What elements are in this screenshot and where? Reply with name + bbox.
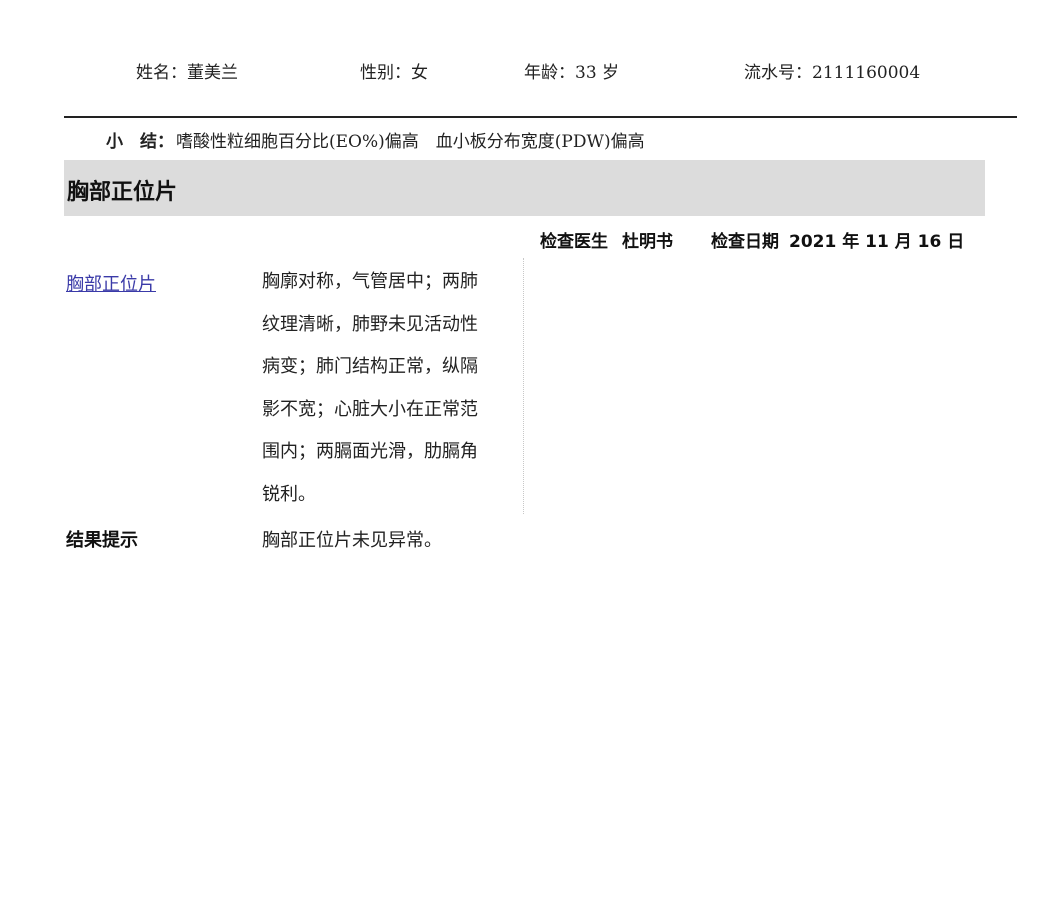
patient-age: 年龄：33 岁 xyxy=(524,63,620,83)
doctor-name: 杜明书 xyxy=(622,232,673,252)
patient-gender: 性别：女 xyxy=(360,63,428,83)
findings-line: 胸廓对称，气管居中；两肺 xyxy=(262,271,478,292)
date-value: 2021 年 11 月 16 日 xyxy=(789,232,965,252)
summary-row: 小 结： 嗜酸性粒细胞百分比(EO%)偏高 血小板分布宽度(PDW)偏高 xyxy=(106,127,645,152)
column-divider xyxy=(523,258,524,514)
serial-number: 流水号：2111160004 xyxy=(744,63,921,83)
header-rule xyxy=(64,116,1017,118)
section-title: 胸部正位片 xyxy=(67,180,178,205)
summary-label: 小 结： xyxy=(106,132,174,152)
result-label: 结果提示 xyxy=(66,530,138,551)
findings-line: 锐利。 xyxy=(262,483,316,505)
exam-meta: 检查医生 杜明书 检查日期 2021 年 11 月 16 日 xyxy=(540,227,964,252)
findings-line: 纹理清晰，肺野未见活动性 xyxy=(262,313,478,335)
section-header-band: 胸部正位片 xyxy=(64,160,985,216)
date-label: 检查日期 xyxy=(711,232,779,252)
findings-line: 病变；肺门结构正常，纵隔 xyxy=(262,356,478,377)
findings-text: 胸廓对称，气管居中；两肺 纹理清晰，肺野未见活动性 病变；肺门结构正常，纵隔 影… xyxy=(262,261,502,516)
doctor-label: 检查医生 xyxy=(540,232,608,252)
exam-item-link[interactable]: 胸部正位片 xyxy=(66,270,156,296)
findings-line: 围内；两膈面光滑，肋膈角 xyxy=(262,441,478,462)
findings-line: 影不宽；心脏大小在正常范 xyxy=(262,398,478,420)
result-text: 胸部正位片未见异常。 xyxy=(262,530,442,551)
patient-name: 姓名：董美兰 xyxy=(136,63,238,83)
summary-text: 嗜酸性粒细胞百分比(EO%)偏高 血小板分布宽度(PDW)偏高 xyxy=(176,132,645,152)
